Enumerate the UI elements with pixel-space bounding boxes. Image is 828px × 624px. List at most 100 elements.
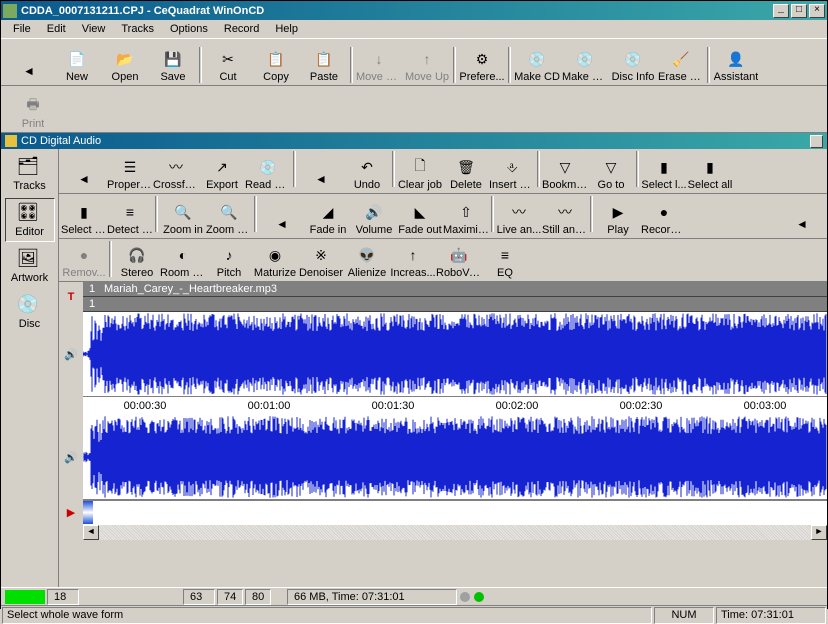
increas-button[interactable]: ↑Increas...	[390, 241, 436, 279]
go-to-button[interactable]: ▽Go to	[588, 151, 634, 191]
properties-button[interactable]: ☰Properties	[107, 151, 153, 191]
make-cd-button[interactable]: 💿Make CD	[513, 41, 561, 83]
waveform-panel[interactable]: 00:00:3000:01:0000:01:3000:02:0000:02:30…	[83, 312, 827, 542]
print-toolbar: 🖶 Print	[1, 86, 827, 133]
sidebar-artwork[interactable]: 🖼Artwork	[5, 244, 55, 288]
still-anal-icon: 〰	[555, 202, 575, 222]
bookmark-button[interactable]: ▽Bookmark	[542, 151, 588, 191]
-icon: ◄	[792, 214, 812, 234]
fade-out-button[interactable]: ◣Fade out	[397, 196, 443, 236]
new-button[interactable]: 📄New	[53, 41, 101, 83]
erase-c-button[interactable]: 🧹Erase C...	[657, 41, 705, 83]
scroll-right-button[interactable]: ►	[811, 525, 827, 540]
robovo-button[interactable]: 🤖RoboVo...	[436, 241, 482, 279]
track-name: Mariah_Carey_-_Heartbreaker.mp3	[101, 283, 277, 295]
select-all-button[interactable]: ▮Select all	[687, 151, 733, 191]
copy-button[interactable]: 📋Copy	[252, 41, 300, 83]
select-ri-button[interactable]: ▮Select ri...	[61, 196, 107, 236]
scroll-left-button[interactable]: ◄	[83, 525, 99, 540]
detect-t-button[interactable]: ≡Detect t...	[107, 196, 153, 236]
paste-label: Paste	[310, 71, 338, 83]
panel-maximize-button[interactable]	[810, 135, 823, 148]
alienize-button[interactable]: 👽Alienize	[344, 241, 390, 279]
cut-button[interactable]: ✂Cut	[204, 41, 252, 83]
eq-button[interactable]: ≡EQ	[482, 241, 528, 279]
-button[interactable]: ◄	[61, 151, 107, 191]
-button[interactable]: ◄	[298, 151, 344, 191]
insert-sil-button[interactable]: ⎀Insert sil...	[489, 151, 535, 191]
select-l-button[interactable]: ▮Select l...	[641, 151, 687, 191]
disc-info-button[interactable]: 💿Disc Info	[609, 41, 657, 83]
still-anal-button[interactable]: 〰Still anal...	[542, 196, 588, 236]
track-header-1[interactable]: 1 Mariah_Carey_-_Heartbreaker.mp3	[83, 282, 827, 297]
editor-toolbar-3: ●Remov...🎧Stereo◐Room si...♪Pitch◉Maturi…	[59, 239, 827, 282]
undo-button[interactable]: ↶Undo	[344, 151, 390, 191]
sidebar-tracks[interactable]: 🗂Tracks	[5, 152, 55, 196]
zoom-out-button[interactable]: 🔍Zoom out	[206, 196, 252, 236]
clear-job-button[interactable]: 🗋Clear job	[397, 151, 443, 191]
horizontal-scrollbar[interactable]: ◄ ►	[83, 524, 827, 540]
-button[interactable]: ◄	[259, 196, 305, 236]
menu-file[interactable]: File	[5, 21, 39, 37]
print-button[interactable]: 🖶 Print	[9, 88, 57, 130]
maturize-button[interactable]: ◉Maturize	[252, 241, 298, 279]
-button[interactable]: ◄	[5, 41, 53, 83]
live-an-button[interactable]: 〰Live an...	[496, 196, 542, 236]
overview-indicator[interactable]	[83, 501, 93, 524]
stereo-button[interactable]: 🎧Stereo	[114, 241, 160, 279]
close-button[interactable]: ×	[809, 4, 825, 18]
eq-label: EQ	[497, 267, 513, 279]
maximiz-button[interactable]: ⇧Maximiz...	[443, 196, 489, 236]
separator	[155, 196, 158, 232]
read-c-button[interactable]: 💿Read C...	[245, 151, 291, 191]
menu-edit[interactable]: Edit	[39, 21, 74, 37]
menu-options[interactable]: Options	[162, 21, 216, 37]
export-button[interactable]: ↗Export	[199, 151, 245, 191]
assistant-button[interactable]: 👤Assistant	[712, 41, 760, 83]
delete-button[interactable]: 🗑Delete	[443, 151, 489, 191]
save-button[interactable]: 💾Save	[149, 41, 197, 83]
zoom-in-icon: 🔍	[173, 202, 193, 222]
room-si-button[interactable]: ◐Room si...	[160, 241, 206, 279]
maximize-button[interactable]: □	[791, 4, 807, 18]
crossfade-button[interactable]: 〰Crossfade	[153, 151, 199, 191]
move-up-button[interactable]: ↑Move Up	[403, 41, 451, 83]
menu-tracks[interactable]: Tracks	[113, 21, 162, 37]
select-all-icon: ▮	[700, 157, 720, 177]
move-d-button[interactable]: ↓Move D...	[355, 41, 403, 83]
status-bar-1: 18 63 74 80 66 MB, Time: 07:31:01	[1, 587, 827, 605]
sidebar-editor[interactable]: 🎛Editor	[5, 198, 55, 242]
increas-label: Increas...	[390, 267, 435, 279]
erase-c-icon: 🧹	[671, 49, 691, 69]
volume-button[interactable]: 🔊Volume	[351, 196, 397, 236]
pitch-button[interactable]: ♪Pitch	[206, 241, 252, 279]
stereo-label: Stereo	[121, 267, 153, 279]
-button[interactable]: ◄	[779, 196, 825, 236]
play-button[interactable]: ▶Play	[595, 196, 641, 236]
fade-out-icon: ◣	[410, 202, 430, 222]
title-bar: CDDA_0007131211.CPJ - CeQuadrat WinOnCD …	[1, 1, 827, 20]
open-button[interactable]: 📂Open	[101, 41, 149, 83]
timeline-ruler[interactable]: 00:00:3000:01:0000:01:3000:02:0000:02:30…	[83, 397, 827, 415]
status-value-4: 80	[245, 589, 271, 605]
make-c-button[interactable]: 💿Make C...	[561, 41, 609, 83]
prefere-button[interactable]: ⚙Prefere...	[458, 41, 506, 83]
paste-button[interactable]: 📋Paste	[300, 41, 348, 83]
minimize-button[interactable]: _	[773, 4, 789, 18]
overview-strip[interactable]	[83, 500, 827, 524]
denoiser-button[interactable]: ※Denoiser	[298, 241, 344, 279]
waveform-left[interactable]	[83, 312, 827, 397]
menu-view[interactable]: View	[74, 21, 114, 37]
-icon: ◄	[311, 169, 331, 189]
menu-help[interactable]: Help	[267, 21, 306, 37]
record-button[interactable]: ●Record ...	[641, 196, 687, 236]
track-header-2[interactable]: 1	[83, 297, 827, 312]
fade-in-button[interactable]: ◢Fade in	[305, 196, 351, 236]
sidebar-disc[interactable]: 💿Disc	[5, 290, 55, 334]
menu-record[interactable]: Record	[216, 21, 267, 37]
time-tick: 00:02:00	[455, 400, 579, 412]
remov-button[interactable]: ●Remov...	[61, 241, 107, 279]
scroll-track[interactable]	[99, 525, 811, 540]
waveform-right[interactable]	[83, 415, 827, 500]
zoom-in-button[interactable]: 🔍Zoom in	[160, 196, 206, 236]
